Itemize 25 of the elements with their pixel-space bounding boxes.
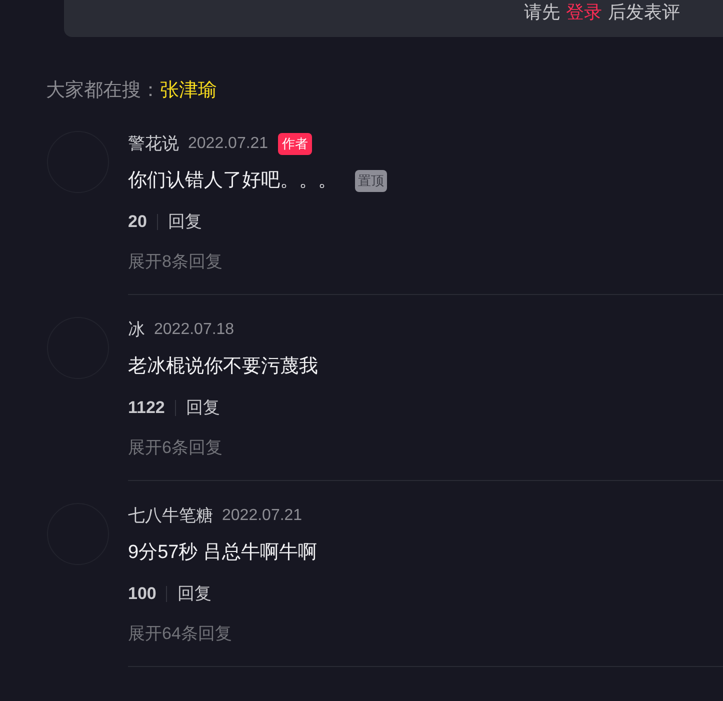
- comment-text: 你们认错人了好吧。。。: [128, 168, 337, 193]
- login-prompt-text: 后发表评: [608, 1, 680, 23]
- author-badge: 作者: [278, 133, 312, 155]
- trending-label: 大家都在搜：: [46, 79, 160, 103]
- comment-date: 2022.07.21: [222, 506, 302, 526]
- like-count: 20: [128, 211, 147, 234]
- reply-link[interactable]: 回复: [168, 209, 202, 235]
- reply-link[interactable]: 回复: [186, 395, 220, 421]
- login-link[interactable]: 登录: [566, 1, 602, 23]
- comment-text: 老冰棍说你不要污蔑我: [128, 354, 318, 379]
- expand-replies-link[interactable]: 展开6条回复: [128, 436, 222, 460]
- like-count: 100: [128, 583, 156, 606]
- expand-replies-link[interactable]: 展开8条回复: [128, 250, 222, 274]
- like-count: 1122: [128, 397, 165, 420]
- author-name[interactable]: 七八牛笔糖: [128, 503, 213, 529]
- login-prompt-text: 请先: [524, 1, 560, 23]
- trending-search-link[interactable]: 张津瑜: [160, 77, 217, 105]
- comment-date: 2022.07.21: [188, 134, 268, 154]
- author-name[interactable]: 冰: [128, 317, 145, 343]
- expand-replies-link[interactable]: 展开64条回复: [128, 622, 232, 646]
- reply-link[interactable]: 回复: [177, 581, 212, 607]
- comment-date: 2022.07.18: [154, 320, 234, 340]
- comment-text: 9分57秒 吕总牛啊牛啊: [128, 540, 317, 565]
- pinned-badge: 置顶: [355, 170, 387, 192]
- author-name[interactable]: 警花说: [128, 131, 179, 157]
